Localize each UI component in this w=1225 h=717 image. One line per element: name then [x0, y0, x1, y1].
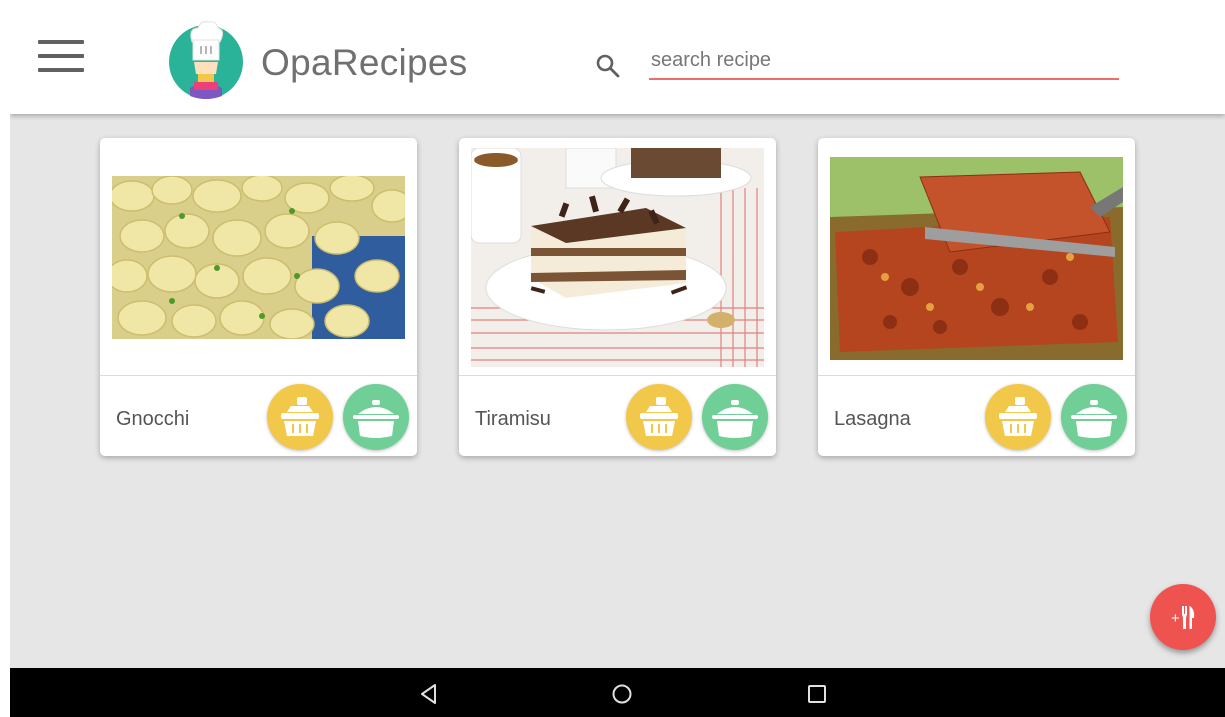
- app-bar: OpaRecipes: [10, 0, 1225, 114]
- chef-logo-icon: [169, 21, 243, 99]
- recipe-card[interactable]: Gnocchi: [100, 138, 417, 456]
- cook-button[interactable]: [343, 384, 409, 450]
- cooking-pot-icon: [353, 400, 399, 438]
- card-divider: [459, 375, 776, 376]
- card-divider: [818, 375, 1135, 376]
- search-icon[interactable]: [595, 53, 621, 79]
- home-icon[interactable]: [610, 682, 634, 706]
- cooking-pot-icon: [1071, 400, 1117, 438]
- tiramisu-photo: [471, 148, 764, 367]
- lasagna-photo: [830, 157, 1123, 360]
- shopping-basket-icon: [281, 397, 319, 436]
- cook-button[interactable]: [1061, 384, 1127, 450]
- shopping-basket-button[interactable]: [267, 384, 333, 450]
- search-input[interactable]: [649, 44, 1119, 80]
- recipe-card[interactable]: Lasagna: [818, 138, 1135, 456]
- shopping-basket-button[interactable]: [626, 384, 692, 450]
- gnocchi-photo: [112, 176, 405, 339]
- add-plus-label: +: [1171, 610, 1180, 627]
- shopping-basket-icon: [640, 397, 678, 436]
- recipe-card[interactable]: Tiramisu: [459, 138, 776, 456]
- back-icon[interactable]: [417, 682, 441, 706]
- cook-button[interactable]: [702, 384, 768, 450]
- hamburger-menu-icon[interactable]: [38, 40, 86, 80]
- recipe-name: Tiramisu: [475, 408, 551, 430]
- add-cutlery-icon: +: [1171, 606, 1195, 629]
- recents-icon[interactable]: [805, 682, 829, 706]
- recipe-name: Gnocchi: [116, 408, 190, 430]
- shopping-basket-button[interactable]: [985, 384, 1051, 450]
- cooking-pot-icon: [712, 400, 758, 438]
- card-divider: [100, 375, 417, 376]
- system-nav-bar: [10, 668, 1225, 717]
- shopping-basket-icon: [999, 397, 1037, 436]
- recipe-name: Lasagna: [834, 408, 911, 430]
- add-recipe-button[interactable]: +: [1150, 584, 1216, 650]
- app-screen: OpaRecipes search recipe Gnocchi Tiramis…: [10, 0, 1225, 717]
- app-title: OpaRecipes: [261, 42, 468, 83]
